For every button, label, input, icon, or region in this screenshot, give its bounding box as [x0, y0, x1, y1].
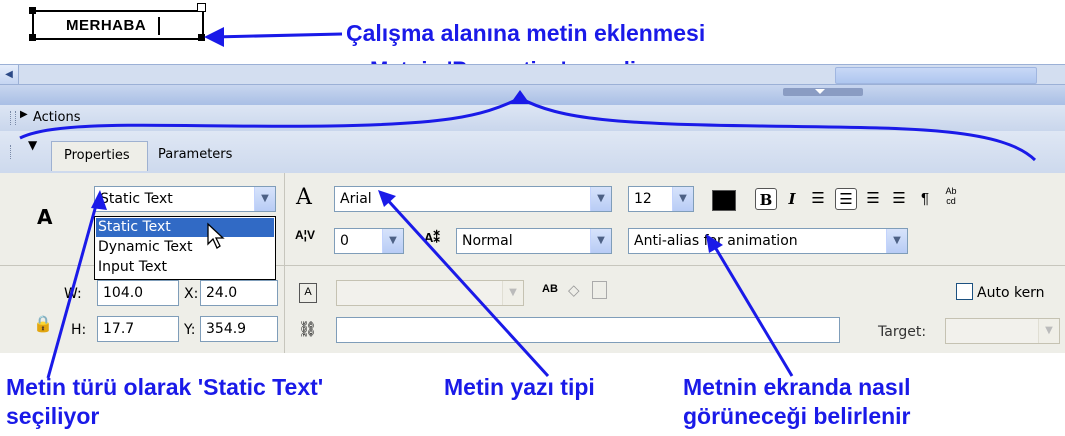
- lock-icon[interactable]: 🔒: [33, 314, 53, 334]
- resize-handle-br[interactable]: [198, 34, 205, 41]
- stage-text-box[interactable]: MERHABA: [29, 3, 206, 41]
- justify-icon[interactable]: ☰: [888, 188, 910, 210]
- chevron-down-icon[interactable]: ▼: [590, 229, 611, 253]
- gripper-icon[interactable]: [10, 111, 16, 125]
- y-field[interactable]: 354.9: [200, 316, 278, 342]
- text-field-icon: A: [299, 283, 317, 303]
- expand-triangle-icon[interactable]: ▶: [20, 109, 28, 120]
- annotation-alias: Metnin ekranda nasıl: [683, 374, 911, 400]
- option-static-text[interactable]: Static Text: [96, 218, 274, 237]
- tab-parameters-label: Parameters: [158, 147, 233, 162]
- letter-spacing-select[interactable]: 0 ▼: [334, 228, 404, 254]
- actions-panel-header[interactable]: ▶ Actions: [0, 105, 1065, 132]
- x-label: X:: [184, 286, 199, 302]
- url-field[interactable]: [336, 317, 840, 343]
- scroll-thumb[interactable]: [835, 67, 1037, 84]
- arrowhead-stage: [204, 27, 224, 47]
- italic-button[interactable]: I: [781, 188, 803, 210]
- chevron-down-icon: ▼: [1038, 319, 1059, 343]
- scroll-left-arrow-icon[interactable]: ◀: [0, 65, 19, 84]
- target-select: ▼: [945, 318, 1060, 344]
- auto-kern-checkbox[interactable]: [956, 283, 973, 300]
- orientation-icon[interactable]: Ab cd: [940, 186, 962, 208]
- panel-divider[interactable]: [0, 85, 1065, 105]
- chevron-down-icon: ▼: [502, 281, 523, 305]
- arrow-stage: [213, 32, 343, 39]
- paragraph-button[interactable]: ¶: [914, 188, 936, 210]
- tab-properties-label: Properties: [64, 148, 130, 163]
- align-center-icon[interactable]: ☰: [835, 188, 857, 210]
- y-label: Y:: [184, 322, 196, 338]
- annotation-font: Metin yazı tipi: [444, 374, 595, 400]
- option-input-text[interactable]: Input Text: [96, 258, 274, 277]
- text-type-select[interactable]: Static Text ▼: [94, 186, 276, 212]
- bold-button[interactable]: B: [755, 188, 777, 210]
- chevron-down-icon[interactable]: ▼: [254, 187, 275, 211]
- annotation-type-2: seçiliyor: [6, 403, 100, 429]
- align-left-icon[interactable]: ☰: [807, 188, 829, 210]
- html-icon: ◇: [568, 282, 580, 299]
- option-dynamic-text[interactable]: Dynamic Text: [96, 238, 274, 257]
- border-icon: [592, 281, 607, 299]
- width-field[interactable]: 104.0: [97, 280, 179, 306]
- annotation-alias-2: görüneceği belirlenir: [683, 403, 911, 429]
- auto-kern-label: Auto kern: [977, 285, 1045, 301]
- text-width-handle[interactable]: [197, 3, 206, 12]
- height-field[interactable]: 17.7: [97, 316, 179, 342]
- font-size-select[interactable]: 12 ▼: [628, 186, 694, 212]
- annotation-stage: Çalışma alanına metin eklenmesi: [346, 20, 706, 46]
- letter-spacing-icon: A¦V: [295, 228, 316, 242]
- mouse-pointer-icon: [207, 222, 225, 249]
- chevron-down-icon[interactable]: ▼: [672, 187, 693, 211]
- chevron-down-icon[interactable]: ▼: [382, 229, 403, 253]
- width-label: W:: [64, 286, 82, 302]
- fill-color-swatch[interactable]: [712, 190, 736, 211]
- resize-handle-bl[interactable]: [29, 34, 36, 41]
- tab-parameters[interactable]: Parameters: [150, 141, 250, 171]
- font-size-value: 12: [634, 191, 652, 207]
- gripper-icon[interactable]: [10, 145, 15, 159]
- selectable-icon[interactable]: AB: [542, 283, 558, 295]
- link-icon: ⛓: [298, 321, 318, 338]
- font-icon: A: [296, 185, 312, 210]
- char-position-value: Normal: [462, 233, 513, 249]
- stage-text: MERHABA: [66, 17, 147, 34]
- char-position-select[interactable]: Normal ▼: [456, 228, 612, 254]
- tab-properties[interactable]: Properties: [51, 141, 148, 171]
- letter-spacing-value: 0: [340, 233, 349, 249]
- collapse-triangle-icon[interactable]: ▼: [28, 138, 37, 152]
- font-select[interactable]: Arial ▼: [334, 186, 612, 212]
- char-position-icon: A⁑: [424, 230, 440, 245]
- chevron-down-icon[interactable]: ▼: [590, 187, 611, 211]
- target-label: Target:: [878, 324, 927, 340]
- text-type-dropdown[interactable]: Static Text Dynamic Text Input Text: [94, 216, 276, 280]
- x-field[interactable]: 24.0: [200, 280, 278, 306]
- resize-handle-tl[interactable]: [29, 7, 36, 14]
- text-type-value: Static Text: [100, 191, 173, 207]
- chevron-down-icon[interactable]: ▼: [886, 229, 907, 253]
- horizontal-scrollbar[interactable]: ◀: [0, 64, 1065, 85]
- annotation-type: Metin türü olarak 'Static Text': [6, 374, 324, 400]
- collapse-arrow-icon: [815, 89, 825, 94]
- text-cursor: [158, 17, 160, 35]
- embed-select: ▼: [336, 280, 524, 306]
- font-value: Arial: [340, 191, 372, 207]
- anti-alias-value: Anti-alias for animation: [634, 233, 798, 249]
- align-right-icon[interactable]: ☰: [862, 188, 884, 210]
- actions-label[interactable]: Actions: [33, 110, 81, 125]
- text-tool-icon: A: [37, 205, 53, 229]
- height-label: H:: [71, 322, 87, 338]
- anti-alias-select[interactable]: Anti-alias for animation ▼: [628, 228, 908, 254]
- divider: [284, 173, 285, 353]
